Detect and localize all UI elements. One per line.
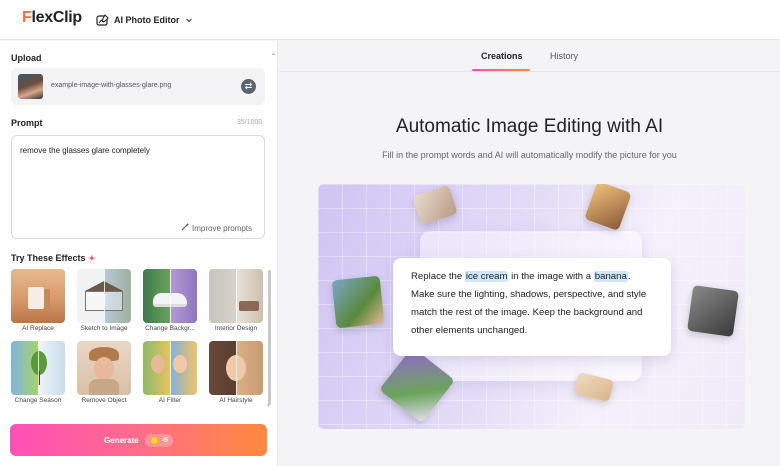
active-tab-indicator xyxy=(472,69,530,71)
uploaded-image-thumbnail xyxy=(18,74,43,99)
example-prompt-card: Replace the ice cream in the image with … xyxy=(393,258,671,356)
effect-thumbnail xyxy=(77,341,131,395)
effect-thumbnail xyxy=(143,269,197,323)
effect-ai-replace[interactable]: AI Replace xyxy=(11,269,65,332)
swap-icon: ⇄ xyxy=(244,81,253,91)
example-text-part: in the image with a xyxy=(508,271,594,282)
tab-creations[interactable]: Creations xyxy=(481,51,523,61)
effect-label: AI Hairstyle xyxy=(219,397,253,404)
generate-label: Generate xyxy=(104,435,139,445)
flexclip-logo[interactable]: FlexClip xyxy=(22,9,82,27)
page-title: Automatic Image Editing with AI xyxy=(395,116,664,137)
effects-heading: Try These Effects ✦ xyxy=(11,253,95,263)
prompt-input[interactable]: remove the glasses glare completely Impr… xyxy=(11,135,265,239)
photo-tile xyxy=(687,285,739,337)
generate-button[interactable]: Generate -5 xyxy=(10,424,267,456)
main-panel: Creations History Automatic Image Editin… xyxy=(279,41,780,466)
effect-label: Sketch to Image xyxy=(80,325,128,332)
tabs-bar: Creations History xyxy=(279,41,780,72)
effect-thumbnail xyxy=(143,341,197,395)
credit-cost-badge: -5 xyxy=(144,433,173,447)
effect-remove-object[interactable]: Remove Object xyxy=(77,341,131,404)
effect-thumbnail xyxy=(77,269,131,323)
effect-label: Change Season xyxy=(14,397,62,404)
effects-scrollbar[interactable] xyxy=(268,270,271,405)
effects-label: Try These Effects xyxy=(11,253,86,263)
highlight-term: banana xyxy=(593,271,628,282)
file-name: example-image-with-glasses-glare.png xyxy=(51,82,172,89)
effect-label: Change Backgr... xyxy=(145,325,195,332)
scroll-up-icon[interactable]: ▲ xyxy=(271,51,276,57)
scroll-down-icon[interactable]: ▼ xyxy=(266,403,271,409)
improve-prompts-button[interactable]: Improve prompts xyxy=(180,222,252,234)
highlight-term: ice cream xyxy=(464,271,509,282)
effect-change-background[interactable]: Change Backgr... xyxy=(143,269,197,332)
prompt-counter: 35/1000 xyxy=(237,119,263,126)
credit-cost: -5 xyxy=(161,436,168,444)
effect-label: AI Replace xyxy=(22,325,54,332)
page-subtitle: Fill in the prompt words and AI will aut… xyxy=(382,150,677,160)
left-panel: ▲ Upload example-image-with-glasses-glar… xyxy=(0,41,278,466)
effects-grid: AI Replace Sketch to Image Change Backgr… xyxy=(11,269,263,409)
effect-ai-hairstyle[interactable]: AI Hairstyle xyxy=(209,341,263,404)
magic-wand-icon xyxy=(180,222,190,234)
effect-thumbnail xyxy=(209,269,263,323)
sparkle-icon: ✦ xyxy=(88,253,96,263)
improve-label: Improve prompts xyxy=(192,223,253,233)
effect-thumbnail xyxy=(209,341,263,395)
replace-image-button[interactable]: ⇄ xyxy=(241,79,256,94)
effect-thumbnail xyxy=(11,269,65,323)
logo-text: lexClip xyxy=(31,9,82,26)
top-bar: FlexClip AI Photo Editor xyxy=(0,0,780,40)
photo-edit-icon xyxy=(96,13,109,27)
upload-label: Upload xyxy=(11,53,42,63)
effect-label: Remove Object xyxy=(81,397,127,404)
prompt-label: Prompt xyxy=(11,118,43,128)
effect-change-season[interactable]: Change Season xyxy=(11,341,65,404)
effect-sketch-to-image[interactable]: Sketch to Image xyxy=(77,269,131,332)
effect-label: AI Filter xyxy=(158,397,182,404)
example-illustration: Replace the ice cream in the image with … xyxy=(318,184,745,429)
tool-name: AI Photo Editor xyxy=(114,15,180,25)
effect-label: Interior Design xyxy=(214,325,258,332)
upload-box[interactable]: example-image-with-glasses-glare.png ⇄ xyxy=(11,68,265,105)
effect-interior-design[interactable]: Interior Design xyxy=(209,269,263,332)
prompt-text: remove the glasses glare completely xyxy=(20,146,150,155)
example-text-part: Replace the xyxy=(411,271,465,282)
tool-switcher[interactable]: AI Photo Editor xyxy=(96,11,193,29)
chevron-down-icon xyxy=(185,16,193,24)
coin-icon xyxy=(149,435,159,445)
effect-ai-filter[interactable]: AI Filter xyxy=(143,341,197,404)
photo-tile xyxy=(331,275,385,329)
tab-history[interactable]: History xyxy=(550,51,578,61)
effect-thumbnail xyxy=(11,341,65,395)
